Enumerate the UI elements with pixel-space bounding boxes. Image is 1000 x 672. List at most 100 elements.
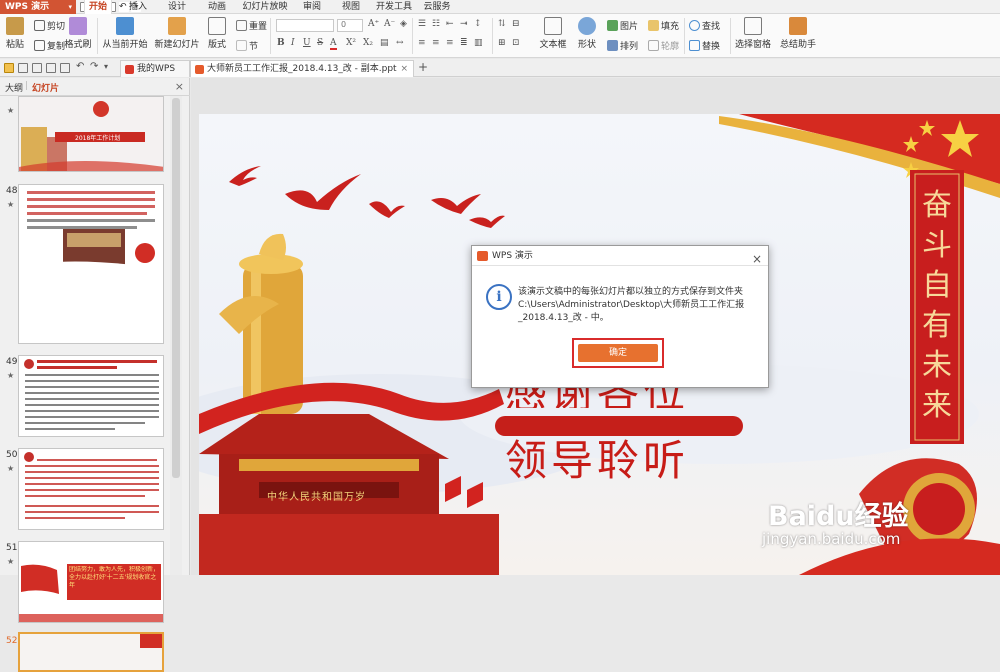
align-text-icon[interactable]: ⊟ bbox=[512, 19, 520, 29]
clear-format-icon[interactable]: ◈ bbox=[400, 19, 407, 29]
font-size-combo[interactable]: 0 bbox=[337, 19, 363, 32]
divider bbox=[730, 18, 731, 54]
italic-icon[interactable]: I bbox=[291, 38, 295, 48]
tab-slides[interactable]: 幻灯片 bbox=[32, 81, 59, 94]
tab-insert[interactable]: 插入 bbox=[126, 0, 150, 14]
redo-icon[interactable]: ↷ bbox=[90, 61, 98, 72]
arrange-button[interactable]: 排列 bbox=[607, 39, 638, 52]
strikethrough-icon[interactable]: S bbox=[317, 38, 323, 48]
subscript-icon[interactable]: X₂ bbox=[363, 38, 373, 48]
clipboard-icon bbox=[6, 17, 24, 35]
close-icon[interactable]: × bbox=[175, 80, 184, 93]
close-tab-icon[interactable]: × bbox=[400, 61, 408, 77]
tab-home[interactable]: 开始 bbox=[84, 0, 112, 14]
slide-thumbnail[interactable] bbox=[18, 355, 164, 437]
bullets-icon[interactable]: ☰ bbox=[418, 19, 426, 29]
undo-icon[interactable]: ↶ bbox=[76, 61, 84, 72]
layout-label: 版式 bbox=[207, 40, 226, 50]
new-tab-icon[interactable]: + bbox=[418, 60, 428, 74]
ok-button[interactable]: 确定 bbox=[578, 344, 658, 362]
slide-thumbnail[interactable]: 2018年工作计划 bbox=[18, 96, 164, 172]
grow-font-icon[interactable]: A⁺ bbox=[368, 19, 379, 29]
shrink-font-icon[interactable]: A⁻ bbox=[384, 19, 395, 29]
layout-button[interactable]: 版式 bbox=[205, 17, 229, 50]
numbering-icon[interactable]: ☷ bbox=[432, 19, 440, 29]
textbox-label: 文本框 bbox=[539, 40, 567, 50]
bold-icon[interactable]: B bbox=[277, 38, 285, 48]
print-preview-icon[interactable] bbox=[46, 63, 56, 73]
close-icon[interactable]: × bbox=[752, 249, 762, 269]
open-folder-icon[interactable] bbox=[4, 63, 14, 73]
tab-design[interactable]: 设计 bbox=[165, 0, 189, 14]
select-pane-label: 选择窗格 bbox=[735, 40, 772, 50]
arrange-label: 排列 bbox=[620, 42, 639, 52]
save-icon[interactable] bbox=[18, 63, 28, 73]
slide-thumb-graphic bbox=[19, 356, 163, 436]
line-spacing-icon[interactable]: ↕ bbox=[474, 19, 482, 29]
justify-icon[interactable]: ≣ bbox=[460, 38, 468, 48]
tab-document[interactable]: 大师新员工工作汇报_2018.4.13_改 - 副本.ppt × bbox=[190, 60, 414, 77]
font-color-icon[interactable]: A bbox=[330, 38, 337, 50]
font-name-combo[interactable] bbox=[276, 19, 334, 32]
superscript-icon[interactable]: X² bbox=[346, 38, 356, 48]
slide-thumbnail[interactable] bbox=[18, 184, 164, 344]
format-painter-label: 格式刷 bbox=[64, 40, 92, 50]
tab-slideshow[interactable]: 幻灯片放映 bbox=[240, 0, 290, 14]
scrollbar-thumb[interactable] bbox=[172, 98, 180, 478]
text-direction-icon[interactable]: ⇅ bbox=[498, 19, 506, 29]
replace-button[interactable]: 替换 bbox=[689, 39, 720, 52]
chevron-down-icon[interactable]: ▾ bbox=[104, 62, 108, 71]
new-slide-button[interactable]: 新建幻灯片 bbox=[153, 17, 201, 50]
align-left-icon[interactable]: ≡ bbox=[418, 38, 426, 48]
app-name: WPS 演示 bbox=[5, 2, 50, 12]
find-button[interactable]: 查找 bbox=[689, 19, 720, 32]
paste-button[interactable]: 粘贴 bbox=[4, 17, 26, 50]
fill-button[interactable]: 填充 bbox=[648, 19, 679, 32]
tab-review[interactable]: 审阅 bbox=[300, 0, 324, 14]
export-icon[interactable] bbox=[60, 63, 70, 73]
align-right-icon[interactable]: ≡ bbox=[446, 38, 454, 48]
panel-scrollbar[interactable] bbox=[170, 96, 182, 575]
textbox-button[interactable]: 文本框 bbox=[538, 17, 568, 50]
slide-thumbnail[interactable]: 团结努力，敢为人先，积极创新，全力以赴打好'十二五'规划收官之年 bbox=[18, 541, 164, 623]
format-painter-button[interactable]: 格式刷 bbox=[64, 17, 92, 50]
from-current-button[interactable]: 从当前开始 bbox=[101, 17, 149, 50]
section-button[interactable]: 节 bbox=[236, 39, 258, 52]
shape-icon bbox=[578, 17, 596, 35]
play-icon bbox=[116, 17, 134, 35]
shape-button[interactable]: 形状 bbox=[574, 17, 600, 50]
app-menu-button[interactable]: WPS 演示 ▾ bbox=[0, 0, 76, 14]
arrange-icon bbox=[607, 40, 618, 51]
convert-icon[interactable]: ⊡ bbox=[512, 38, 520, 48]
animation-star-icon: ★ bbox=[7, 371, 15, 380]
font-size-value: 0 bbox=[341, 20, 347, 29]
animation-star-icon: ★ bbox=[7, 106, 15, 115]
slide-thumbnail[interactable] bbox=[18, 448, 164, 530]
select-pane-button[interactable]: 选择窗格 bbox=[735, 17, 771, 50]
decrease-indent-icon[interactable]: ⇤ bbox=[446, 19, 454, 29]
print-icon[interactable] bbox=[32, 63, 42, 73]
align-center-icon[interactable]: ≡ bbox=[432, 38, 440, 48]
smartart-icon[interactable]: ⊞ bbox=[498, 38, 506, 48]
char-spacing-icon[interactable]: ↔ bbox=[396, 38, 404, 48]
increase-indent-icon[interactable]: ⇥ bbox=[460, 19, 468, 29]
cut-button[interactable]: 剪切 bbox=[34, 19, 65, 32]
underline-icon[interactable]: U bbox=[303, 38, 311, 48]
reset-button[interactable]: 重置 bbox=[236, 19, 267, 32]
tab-outline[interactable]: 大纲 bbox=[5, 81, 23, 94]
tab-my-wps[interactable]: 我的WPS bbox=[120, 60, 190, 77]
tab-cloud[interactable]: 云服务 bbox=[422, 0, 452, 14]
copy-button[interactable]: 复制 bbox=[34, 39, 65, 52]
reset-label: 重置 bbox=[249, 22, 268, 32]
tab-view[interactable]: 视图 bbox=[339, 0, 363, 14]
highlight-icon[interactable]: ▤ bbox=[380, 38, 389, 48]
assistant-button[interactable]: 总结助手 bbox=[780, 17, 816, 50]
columns-icon[interactable]: ▥ bbox=[474, 38, 483, 48]
slide-thumbnail-selected[interactable] bbox=[18, 632, 164, 672]
outline-button[interactable]: 轮廓 bbox=[648, 39, 679, 52]
banner-char: 来 bbox=[922, 388, 952, 423]
tab-animation[interactable]: 动画 bbox=[205, 0, 229, 14]
dialog-title-bar[interactable]: WPS 演示 × bbox=[472, 246, 768, 266]
tab-developer[interactable]: 开发工具 bbox=[375, 0, 413, 14]
picture-button[interactable]: 图片 bbox=[607, 19, 638, 32]
